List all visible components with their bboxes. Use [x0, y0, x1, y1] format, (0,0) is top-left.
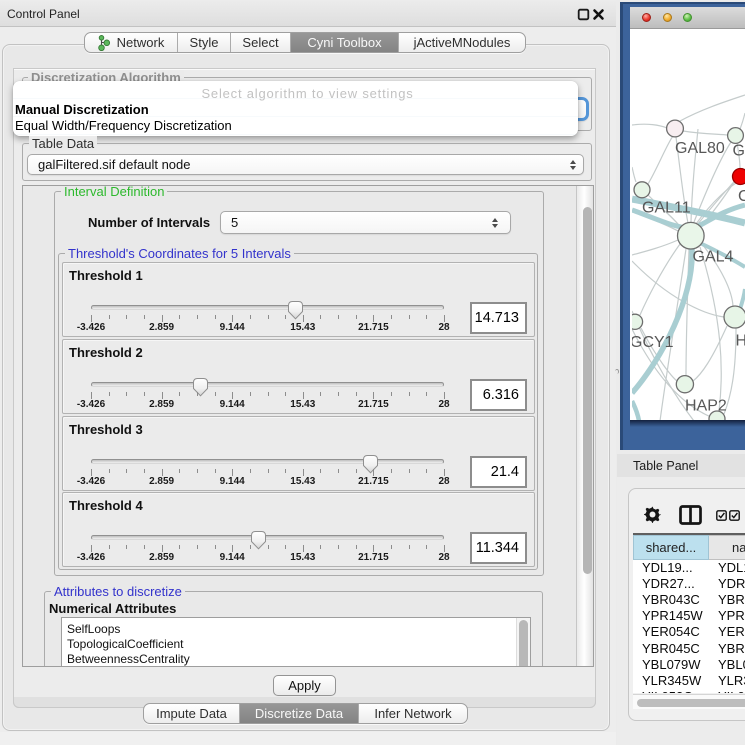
svg-text:GAL11: GAL11 [642, 200, 691, 217]
svg-text:GAL4: GAL4 [693, 249, 734, 266]
svg-text:GCY1: GCY1 [632, 334, 674, 351]
svg-text:HAP2: HAP2 [685, 398, 727, 415]
svg-text:CD: CD [738, 188, 745, 205]
svg-text:GAL: GAL [733, 143, 745, 160]
svg-text:HI: HI [736, 333, 745, 350]
svg-text:GAL80: GAL80 [675, 140, 725, 157]
